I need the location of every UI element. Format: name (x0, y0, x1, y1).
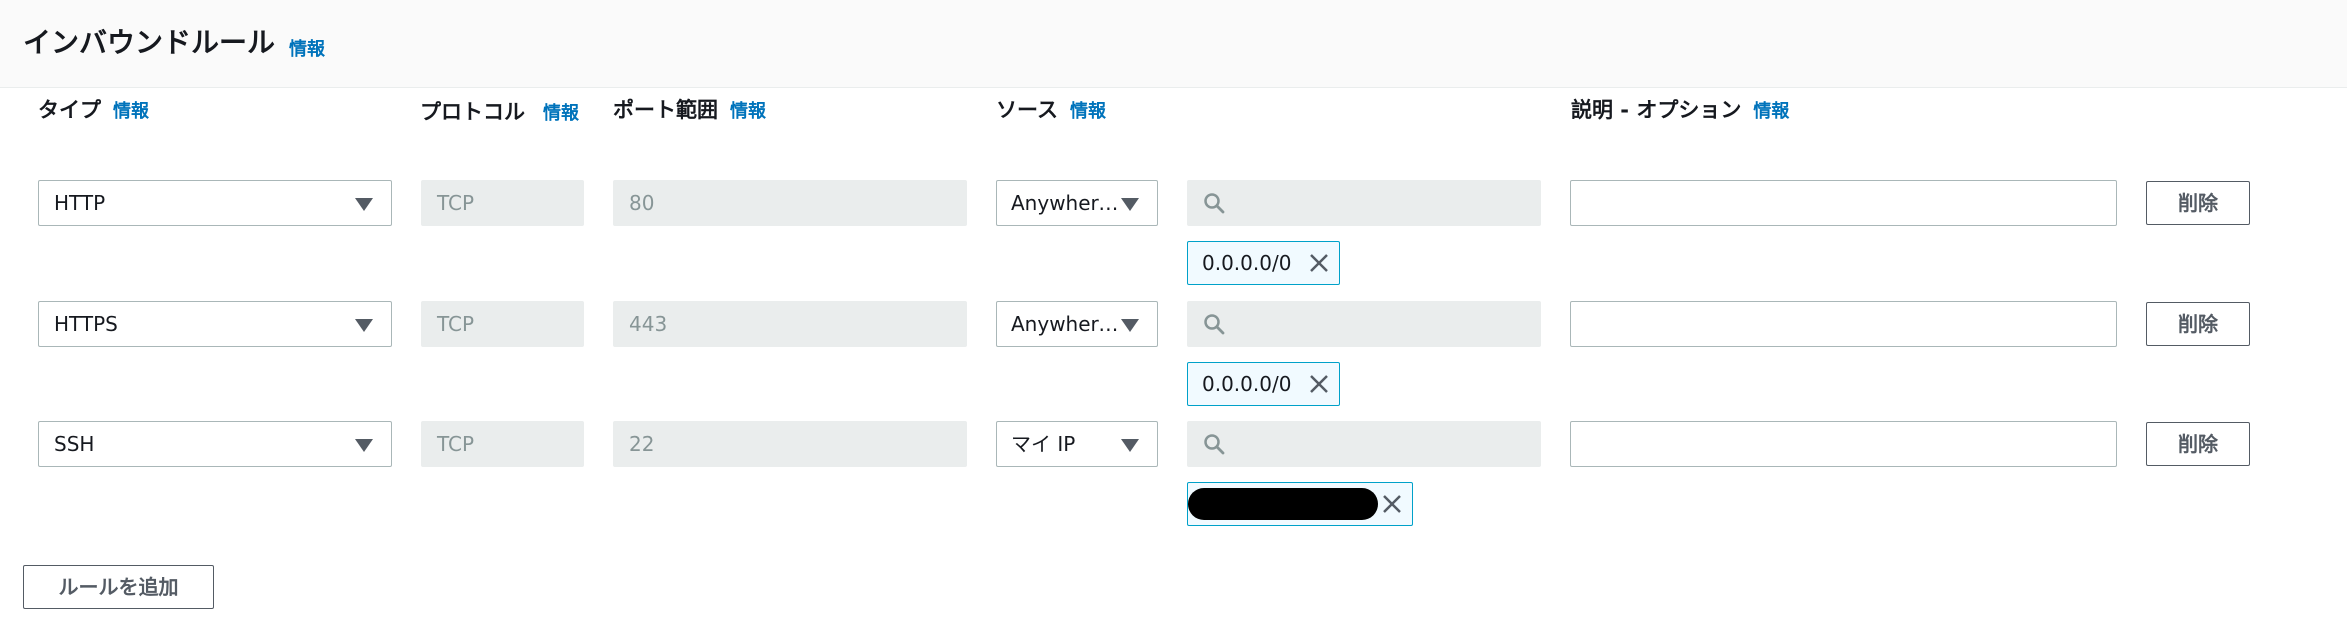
rule-type-value: HTTP (54, 191, 106, 215)
cidr-token: 0.0.0.0/0 (1187, 241, 1340, 285)
rule-type-value: HTTPS (54, 312, 118, 336)
rule-source-value: Anywhere-IPv4 (1011, 312, 1126, 336)
rule-description-input[interactable] (1570, 180, 2117, 226)
add-rule-button[interactable]: ルールを追加 (23, 565, 214, 609)
search-icon (1204, 314, 1225, 335)
column-label-port-range: ポート範囲 (613, 98, 718, 122)
description-info-link[interactable]: 情報 (1753, 101, 1789, 122)
panel-header: インバウンドルール 情報 (0, 0, 2347, 88)
caret-down-icon (355, 198, 373, 211)
rule-type-select[interactable]: HTTP (38, 180, 392, 226)
source-info-link[interactable]: 情報 (1070, 101, 1106, 122)
cidr-search-input[interactable] (1187, 421, 1541, 467)
rule-type-value: SSH (54, 432, 95, 456)
rule-protocol-field: TCP (421, 180, 584, 226)
caret-down-icon (355, 319, 373, 332)
caret-down-icon (1121, 198, 1139, 211)
cidr-token: 0.0.0.0/0 (1187, 362, 1340, 406)
column-label-source: ソース (996, 98, 1058, 122)
column-label-protocol: プロトコル (420, 100, 525, 124)
cidr-search-input[interactable] (1187, 180, 1541, 226)
rule-port-range-field: 22 (613, 421, 967, 467)
type-info-link[interactable]: 情報 (113, 101, 149, 122)
redaction-mark (1188, 488, 1378, 520)
column-header-description: 説明 - オプション 情報 (1571, 97, 1789, 125)
rule-description-input[interactable] (1570, 301, 2117, 347)
panel-title: インバウンドルール (23, 26, 276, 59)
port-range-info-link[interactable]: 情報 (730, 101, 766, 122)
cidr-token-label: 0.0.0.0/0 (1202, 251, 1292, 275)
rule-type-select[interactable]: SSH (38, 421, 392, 467)
column-header-source: ソース 情報 (996, 97, 1106, 125)
column-label-description: 説明 - オプション (1571, 98, 1742, 122)
panel-info-link[interactable]: 情報 (289, 35, 325, 61)
cidr-token-label: 0.0.0.0/0 (1202, 372, 1292, 396)
caret-down-icon (355, 439, 373, 452)
protocol-info-link[interactable]: 情報 (543, 103, 579, 124)
column-header-type: タイプ 情報 (38, 97, 149, 125)
column-header-protocol: プロトコル 情報 (420, 97, 580, 129)
rule-protocol-field: TCP (421, 421, 584, 467)
delete-rule-button[interactable]: 削除 (2146, 302, 2250, 346)
search-icon (1204, 434, 1225, 455)
cidr-search-input[interactable] (1187, 301, 1541, 347)
caret-down-icon (1121, 319, 1139, 332)
delete-rule-button[interactable]: 削除 (2146, 422, 2250, 466)
rule-port-range-field: 443 (613, 301, 967, 347)
delete-rule-button[interactable]: 削除 (2146, 181, 2250, 225)
rule-source-value: マイ IP (1011, 432, 1076, 456)
column-header-port-range: ポート範囲 情報 (613, 97, 766, 125)
rule-protocol-field: TCP (421, 301, 584, 347)
rule-port-range-field: 80 (613, 180, 967, 226)
close-icon[interactable] (1309, 374, 1329, 394)
rule-source-select[interactable]: Anywhere-IPv4 (996, 180, 1158, 226)
caret-down-icon (1121, 439, 1139, 452)
rule-type-select[interactable]: HTTPS (38, 301, 392, 347)
cidr-token (1187, 482, 1413, 526)
search-icon (1204, 193, 1225, 214)
rule-source-value: Anywhere-IPv4 (1011, 191, 1126, 215)
close-icon[interactable] (1382, 494, 1402, 514)
rule-source-select[interactable]: Anywhere-IPv4 (996, 301, 1158, 347)
rule-source-select[interactable]: マイ IP (996, 421, 1158, 467)
rule-description-input[interactable] (1570, 421, 2117, 467)
close-icon[interactable] (1309, 253, 1329, 273)
column-label-type: タイプ (38, 98, 101, 122)
